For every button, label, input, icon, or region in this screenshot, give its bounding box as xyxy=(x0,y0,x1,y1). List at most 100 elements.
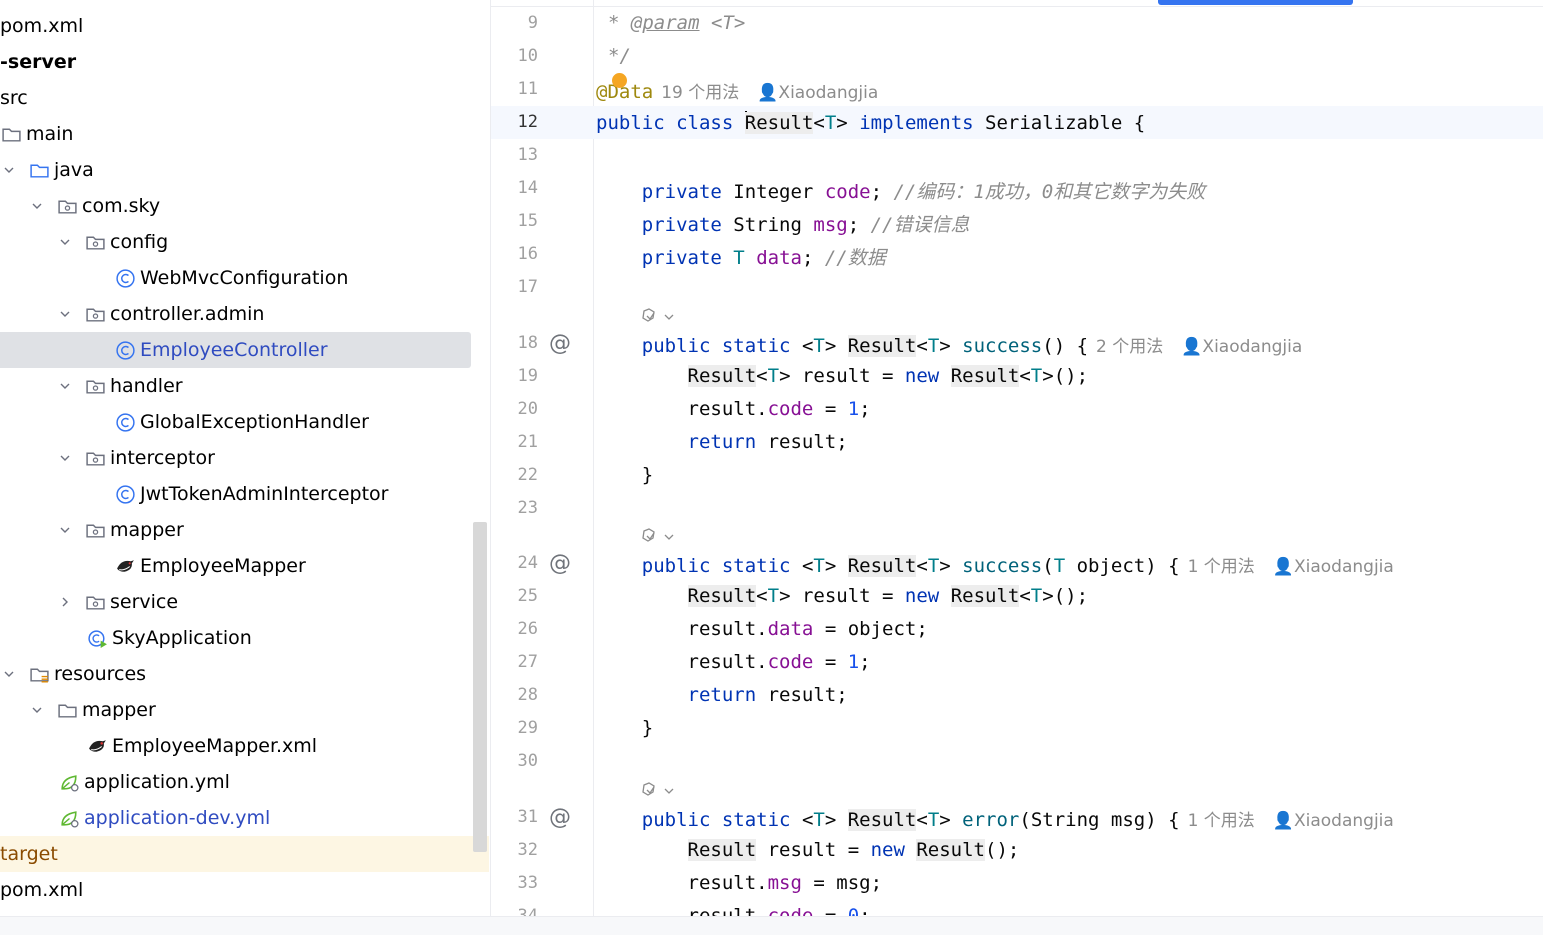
tree-item-label: java xyxy=(54,159,94,181)
ai-actions-icon[interactable] xyxy=(641,308,675,326)
inlay-actions[interactable] xyxy=(491,776,1543,802)
code-line[interactable]: 11 @Data 19 个用法 👤Xiaodangjia xyxy=(491,73,1543,106)
type-param: T xyxy=(813,335,825,357)
tree-item-controller-admin[interactable]: controller.admin xyxy=(0,296,489,332)
override-marker-icon[interactable]: @ xyxy=(546,803,574,831)
chevron-right-icon[interactable] xyxy=(58,595,72,609)
chevron-down-icon[interactable] xyxy=(58,451,72,465)
usages-count[interactable]: 19 个用法 xyxy=(661,83,739,103)
code-line[interactable]: 15 private String msg; //错误信息 xyxy=(491,205,1543,238)
code-line[interactable]: 25 Result<T> result = new Result<T>(); xyxy=(491,580,1543,613)
chevron-down-icon[interactable] xyxy=(58,379,72,393)
code-line[interactable]: 23 xyxy=(491,492,1543,525)
tree-item-employeecontroller[interactable]: EmployeeController xyxy=(0,332,489,368)
tree-item-skyapplication[interactable]: SkyApplication xyxy=(0,620,489,656)
code-line[interactable]: 21 return result; xyxy=(491,426,1543,459)
tree-item-label: target xyxy=(0,843,58,865)
tree-scrollbar[interactable] xyxy=(473,522,487,852)
tree-item-employeemapper[interactable]: EmployeeMapper xyxy=(0,548,489,584)
doc-comment: <T> xyxy=(699,12,746,34)
tree-item-pom-xml-root[interactable]: pom.xml xyxy=(0,872,489,908)
package-icon xyxy=(84,591,106,613)
source-folder-icon xyxy=(28,159,50,181)
code-line[interactable]: 27 result.code = 1; xyxy=(491,646,1543,679)
code-line[interactable]: 16 private T data; //数据 xyxy=(491,238,1543,271)
usages-hint[interactable]: 2 个用法 👤Xiaodangjia xyxy=(1096,337,1302,357)
tree-item-server-module[interactable]: -server xyxy=(0,44,489,80)
class-name: Result xyxy=(950,365,1020,387)
tree-item-resources[interactable]: resources xyxy=(0,656,489,692)
override-marker-icon[interactable]: @ xyxy=(546,329,574,357)
code-line[interactable]: 30 xyxy=(491,745,1543,778)
code-line[interactable]: 28 return result; xyxy=(491,679,1543,712)
code-line[interactable]: 24 @ public static <T> Result<T> success… xyxy=(491,547,1543,580)
usages-count[interactable]: 1 个用法 xyxy=(1188,557,1255,577)
code-line[interactable]: 9 * @param <T> xyxy=(491,7,1543,40)
inlay-actions[interactable] xyxy=(491,302,1543,328)
chevron-down-icon[interactable] xyxy=(30,199,44,213)
chevron-down-icon[interactable] xyxy=(2,667,16,681)
tree-item-employeemapper-xml[interactable]: EmployeeMapper.xml xyxy=(0,728,489,764)
ai-actions-icon[interactable] xyxy=(641,528,675,546)
author-hint[interactable]: Xiaodangjia xyxy=(1294,557,1394,577)
tree-item-label: application-dev.yml xyxy=(84,807,271,829)
code-line-current[interactable]: 12 public class Result<T> implements Ser… xyxy=(491,106,1543,139)
code-line[interactable]: 19 Result<T> result = new Result<T>(); xyxy=(491,360,1543,393)
override-marker-icon[interactable]: @ xyxy=(546,549,574,577)
tree-item-handler[interactable]: handler xyxy=(0,368,489,404)
tree-item-mapper-package[interactable]: mapper xyxy=(0,512,489,548)
code-line[interactable]: 20 result.code = 1; xyxy=(491,393,1543,426)
code-line[interactable]: 22 } xyxy=(491,459,1543,492)
code-editor[interactable]: 9 * @param <T> 10 */ 11 @Data 19 个用法 👤Xiao… xyxy=(490,0,1543,916)
line-number: 15 xyxy=(517,211,538,231)
code-line[interactable]: 18 @ public static <T> Result<T> success… xyxy=(491,327,1543,360)
tree-item-target[interactable]: target xyxy=(0,836,489,872)
usages-count[interactable]: 1 个用法 xyxy=(1188,811,1255,831)
ai-actions-icon[interactable] xyxy=(641,782,675,800)
intention-bulb-icon[interactable] xyxy=(612,73,627,88)
tree-item-application-yml[interactable]: application.yml xyxy=(0,764,489,800)
tree-item-globalexceptionhandler[interactable]: GlobalExceptionHandler xyxy=(0,404,489,440)
inlay-actions[interactable] xyxy=(491,522,1543,548)
chevron-down-icon[interactable] xyxy=(58,235,72,249)
chevron-down-icon[interactable] xyxy=(58,307,72,321)
code-line[interactable]: 13 xyxy=(491,139,1543,172)
tree-item-config[interactable]: config xyxy=(0,224,489,260)
tree-item-main[interactable]: main xyxy=(0,116,489,152)
chevron-down-icon[interactable] xyxy=(2,163,16,177)
tree-item-java[interactable]: java xyxy=(0,152,489,188)
code-line[interactable]: 29 } xyxy=(491,712,1543,745)
tree-item-src[interactable]: src xyxy=(0,80,489,116)
user-icon: 👤 xyxy=(1272,811,1294,831)
class-icon xyxy=(114,483,136,505)
chevron-down-icon[interactable] xyxy=(30,703,44,717)
author-hint[interactable]: Xiaodangjia xyxy=(1202,337,1302,357)
code-line[interactable]: 17 xyxy=(491,271,1543,304)
usages-hint[interactable]: 19 个用法 👤Xiaodangjia xyxy=(661,83,878,103)
tree-item-webmvcconfiguration[interactable]: WebMvcConfiguration xyxy=(0,260,489,296)
code-line[interactable]: 31 @ public static <T> Result<T> error(S… xyxy=(491,801,1543,834)
tree-item-service[interactable]: service xyxy=(0,584,489,620)
type-name: Integer xyxy=(733,181,814,203)
tree-item-jwttokenadmininterceptor[interactable]: JwtTokenAdminInterceptor xyxy=(0,476,489,512)
code-line[interactable]: 33 result.msg = msg; xyxy=(491,867,1543,900)
number-literal: 0 xyxy=(847,905,860,916)
code-line[interactable]: 14 private Integer code; //编码：1成功，0和其它数字… xyxy=(491,172,1543,205)
tree-item-interceptor[interactable]: interceptor xyxy=(0,440,489,476)
chevron-down-icon[interactable] xyxy=(58,523,72,537)
tree-item-com-sky[interactable]: com.sky xyxy=(0,188,489,224)
line-number: 25 xyxy=(517,586,538,606)
tree-item-pom-xml[interactable]: pom.xml xyxy=(0,8,489,44)
usages-hint[interactable]: 1 个用法 👤Xiaodangjia xyxy=(1188,811,1394,831)
usages-count[interactable]: 2 个用法 xyxy=(1096,337,1163,357)
usages-hint[interactable]: 1 个用法 👤Xiaodangjia xyxy=(1188,557,1394,577)
author-hint[interactable]: Xiaodangjia xyxy=(1294,811,1394,831)
tree-item-mapper-folder[interactable]: mapper xyxy=(0,692,489,728)
author-hint[interactable]: Xiaodangjia xyxy=(778,83,878,103)
code-line[interactable]: 34 result.code = 0; xyxy=(491,900,1543,916)
tree-item-application-dev-yml[interactable]: application-dev.yml xyxy=(0,800,489,836)
code-line[interactable]: 10 */ xyxy=(491,40,1543,73)
code-line[interactable]: 32 Result result = new Result(); xyxy=(491,834,1543,867)
keyword: public xyxy=(641,555,711,577)
code-line[interactable]: 26 result.data = object; xyxy=(491,613,1543,646)
